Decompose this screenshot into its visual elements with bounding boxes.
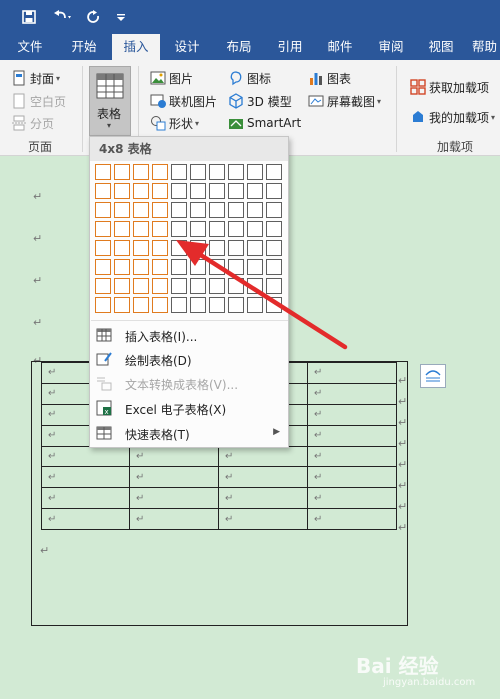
watermark-url: jingyan.baidu.com <box>383 677 476 688</box>
annotation-arrow <box>176 240 348 350</box>
watermark-logo: Bai 经验 <box>356 654 439 678</box>
